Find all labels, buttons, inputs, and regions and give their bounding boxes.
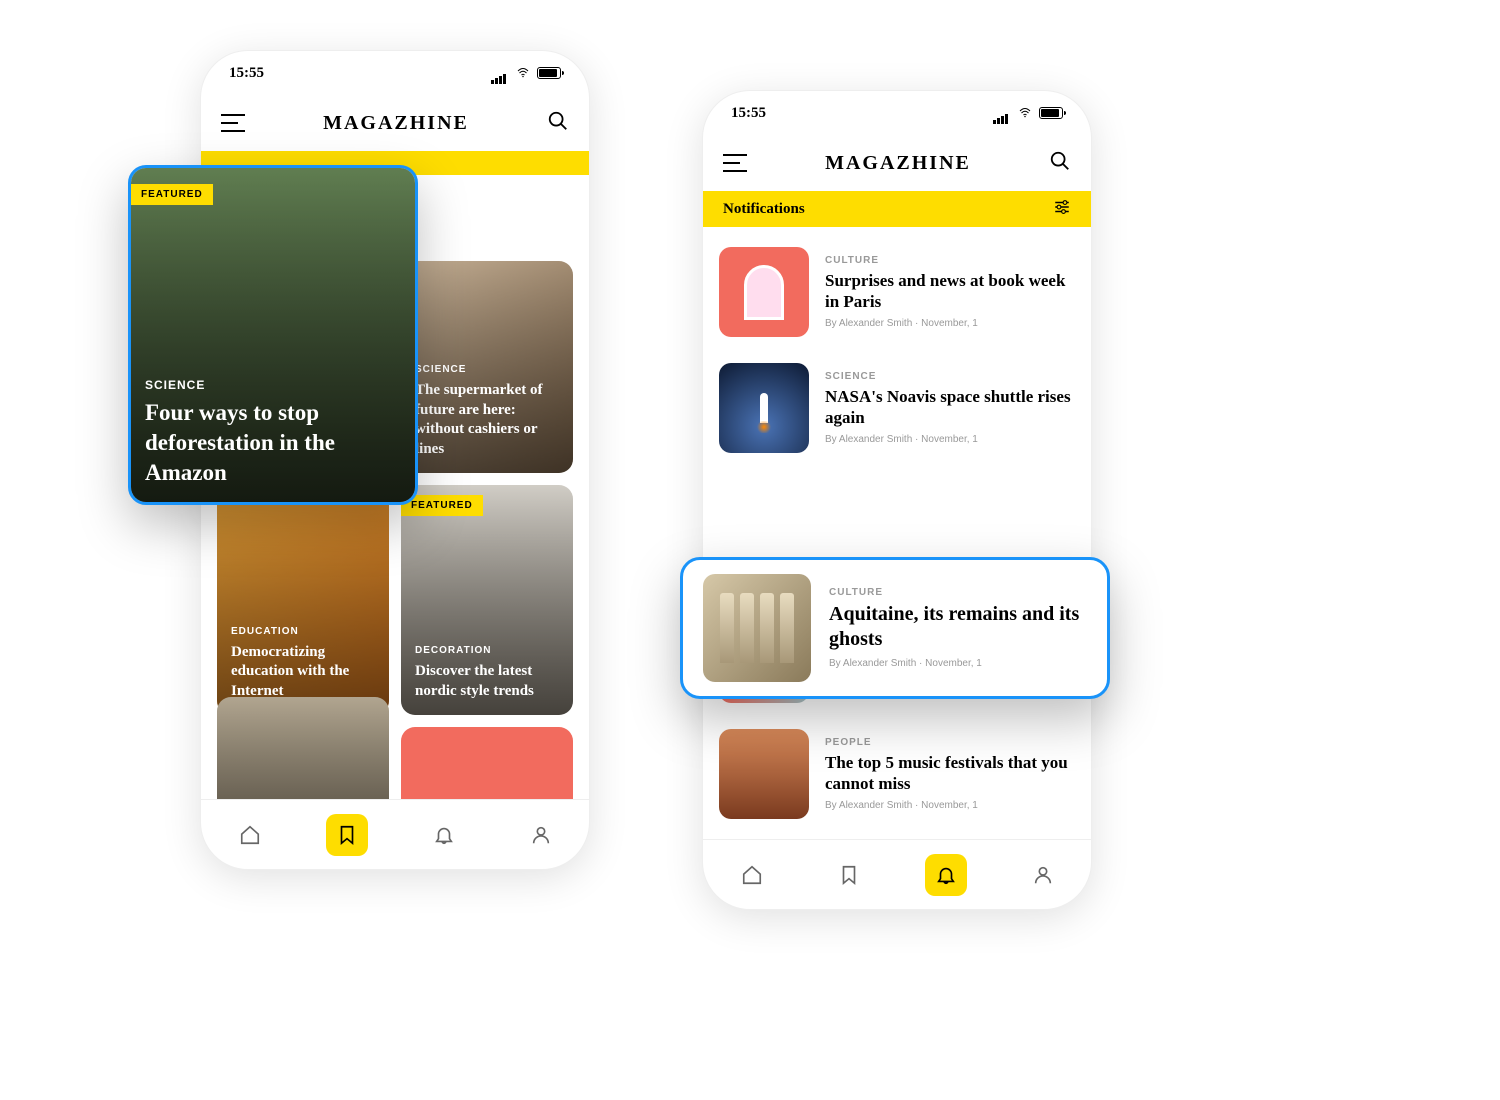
item-category: CULTURE: [825, 255, 1075, 266]
item-title: Aquitaine, its remains and its ghosts: [829, 602, 1087, 652]
item-category: PEOPLE: [825, 737, 1075, 748]
article-category: SCIENCE: [145, 378, 401, 392]
tab-notifications[interactable]: [925, 854, 967, 896]
highlighted-article-card[interactable]: FEATURED SCIENCE Four ways to stop defor…: [128, 165, 418, 505]
item-category: CULTURE: [829, 587, 1087, 598]
notification-list: CULTURE Surprises and news at book week …: [703, 227, 1091, 839]
article-title: Discover the latest nordic style trends: [415, 662, 559, 701]
notification-thumb: [703, 574, 811, 682]
article-category: SCIENCE: [415, 364, 559, 375]
wifi-icon: [515, 67, 531, 79]
section-header: Notifications: [703, 191, 1091, 227]
tab-bar: [703, 839, 1091, 909]
tab-home[interactable]: [229, 814, 271, 856]
item-title: NASA's Noavis space shuttle rises again: [825, 386, 1075, 429]
article-card[interactable]: FEATURED DECORATION Discover the latest …: [401, 485, 573, 715]
statusbar: 15:55: [703, 91, 1091, 135]
app-header: MAGAZHINE: [703, 135, 1091, 191]
item-meta: By Alexander Smith · November, 1: [825, 318, 1075, 329]
article-title: Democratizing education with the Interne…: [231, 643, 375, 702]
article-card[interactable]: [401, 727, 573, 799]
cellular-icon: [993, 107, 1011, 119]
tab-bar: [201, 799, 589, 869]
item-title: Surprises and news at book week in Paris: [825, 270, 1075, 313]
notification-item[interactable]: PEOPLE The top 5 music festivals that yo…: [719, 719, 1075, 829]
article-card[interactable]: [217, 697, 389, 799]
statusbar: 15:55: [201, 51, 589, 95]
article-title: The supermarket of future are here: with…: [415, 381, 559, 459]
content-area: CULTURE Surprises and news at book week …: [703, 227, 1091, 839]
featured-badge: FEATURED: [131, 184, 213, 205]
notification-thumb: [719, 247, 809, 337]
tab-profile[interactable]: [1022, 854, 1064, 896]
wifi-icon: [1017, 107, 1033, 119]
notification-item[interactable]: CULTURE Surprises and news at book week …: [719, 237, 1075, 347]
battery-icon: [1039, 107, 1063, 119]
app-logo: MAGAZHINE: [323, 112, 469, 135]
item-meta: By Alexander Smith · November, 1: [825, 434, 1075, 445]
tab-bookmarks[interactable]: [828, 854, 870, 896]
tab-home[interactable]: [731, 854, 773, 896]
status-time: 15:55: [731, 105, 766, 122]
phone-notifications: 15:55 MAGAZHINE Notifications CULTURE Su…: [702, 90, 1092, 910]
article-category: DECORATION: [415, 645, 559, 656]
status-icons: [993, 107, 1063, 119]
notification-thumb: [719, 729, 809, 819]
item-title: The top 5 music festivals that you canno…: [825, 752, 1075, 795]
menu-icon[interactable]: [221, 114, 245, 132]
cellular-icon: [491, 67, 509, 79]
battery-icon: [537, 67, 561, 79]
item-category: SCIENCE: [825, 371, 1075, 382]
status-time: 15:55: [229, 65, 264, 82]
tab-bookmarks[interactable]: [326, 814, 368, 856]
search-icon[interactable]: [547, 110, 569, 137]
tab-profile[interactable]: [520, 814, 562, 856]
item-meta: By Alexander Smith · November, 1: [825, 800, 1075, 811]
highlighted-notification-item[interactable]: CULTURE Aquitaine, its remains and its g…: [680, 557, 1110, 699]
article-category: EDUCATION: [231, 626, 375, 637]
search-icon[interactable]: [1049, 150, 1071, 177]
article-title: Four ways to stop deforestation in the A…: [145, 398, 401, 488]
notification-item[interactable]: SCIENCE NASA's Noavis space shuttle rise…: [719, 353, 1075, 463]
menu-icon[interactable]: [723, 154, 747, 172]
article-card[interactable]: EDUCATION Democratizing education with t…: [217, 485, 389, 715]
section-title: Notifications: [723, 201, 805, 218]
notification-thumb: [719, 363, 809, 453]
app-header: MAGAZHINE: [201, 95, 589, 151]
app-logo: MAGAZHINE: [825, 152, 971, 175]
item-meta: By Alexander Smith · November, 1: [829, 658, 1087, 669]
article-card[interactable]: SCIENCE The supermarket of future are he…: [401, 261, 573, 473]
tab-notifications[interactable]: [423, 814, 465, 856]
filter-icon[interactable]: [1053, 198, 1071, 221]
status-icons: [491, 67, 561, 79]
